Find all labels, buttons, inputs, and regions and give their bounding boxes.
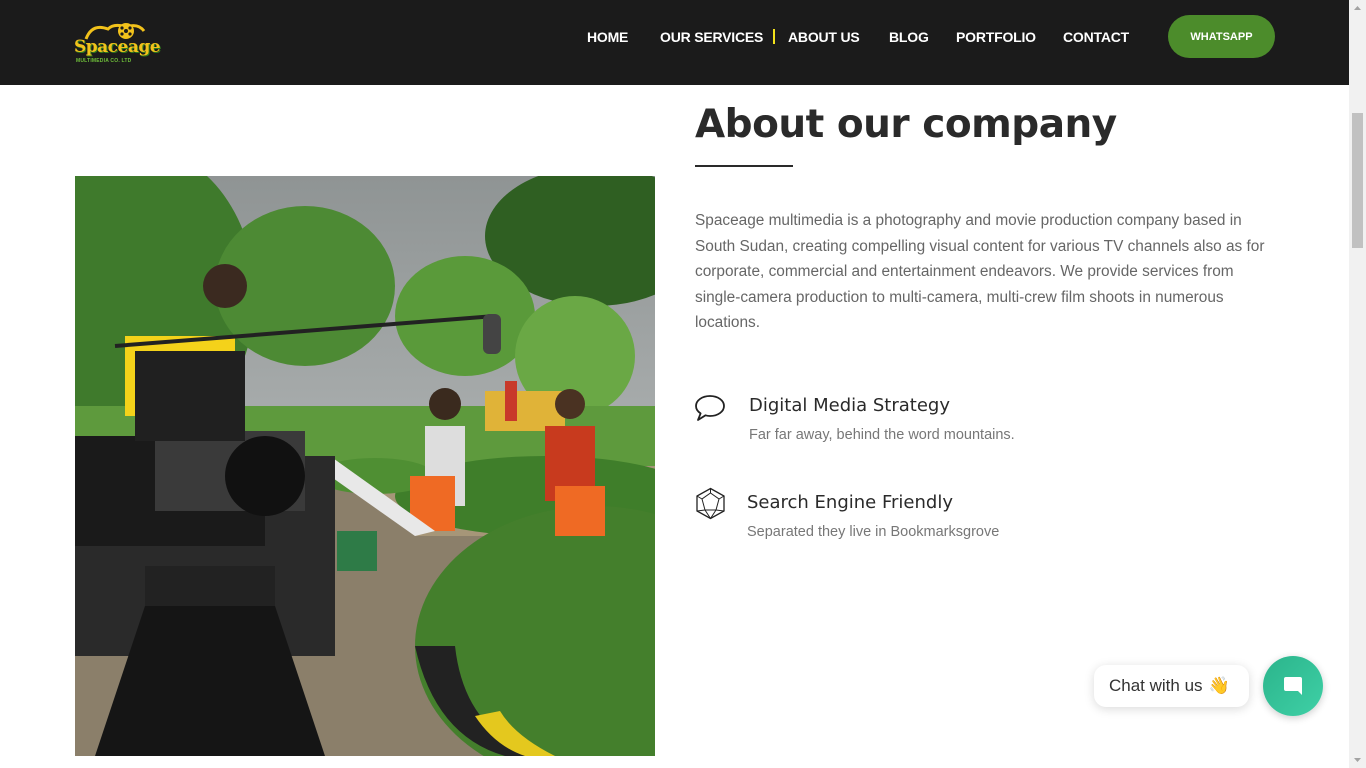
whatsapp-button[interactable]: WHATSAPP (1168, 15, 1275, 58)
feature-title-seo: Search Engine Friendly (747, 492, 953, 513)
chat-prompt-bubble[interactable]: Chat with us 👋 (1094, 665, 1249, 707)
nav-our-services[interactable]: OUR SERVICES (660, 29, 763, 45)
film-crew-photo (75, 176, 655, 756)
scrollbar-thumb[interactable] (1352, 113, 1363, 248)
brand-name: Spaceage (74, 37, 161, 57)
brand-logo[interactable]: Spaceage MULTIMEDIA CO. LTD (74, 21, 161, 67)
feature-desc-digital-media: Far far away, behind the word mountains. (749, 427, 1015, 443)
scroll-down-arrow-icon[interactable] (1352, 755, 1363, 765)
about-heading: About our company (695, 102, 1117, 147)
scroll-up-arrow-icon[interactable] (1352, 3, 1363, 13)
top-navbar: Spaceage MULTIMEDIA CO. LTD HOME OUR SER… (0, 0, 1349, 85)
brand-subtitle: MULTIMEDIA CO. LTD (76, 58, 132, 64)
chat-icon (1284, 677, 1302, 695)
feature-title-digital-media: Digital Media Strategy (749, 395, 951, 416)
chat-prompt-label: Chat with us (1109, 676, 1203, 695)
nav-home[interactable]: HOME (587, 29, 628, 45)
nav-about-us[interactable]: ABOUT US (788, 29, 860, 45)
nav-active-indicator (773, 29, 775, 44)
heading-underline (695, 165, 793, 167)
about-paragraph: Spaceage multimedia is a photography and… (695, 212, 1265, 331)
chat-launcher-button[interactable] (1263, 656, 1323, 716)
nav-contact[interactable]: CONTACT (1063, 29, 1129, 45)
nav-portfolio[interactable]: PORTFOLIO (956, 29, 1036, 45)
speech-bubble-icon (695, 395, 725, 421)
nav-blog[interactable]: BLOG (889, 29, 929, 45)
waving-hand-icon: 👋 (1208, 676, 1230, 695)
feature-desc-seo: Separated they live in Bookmarksgrove (747, 524, 1000, 540)
polyhedron-icon (696, 487, 725, 520)
